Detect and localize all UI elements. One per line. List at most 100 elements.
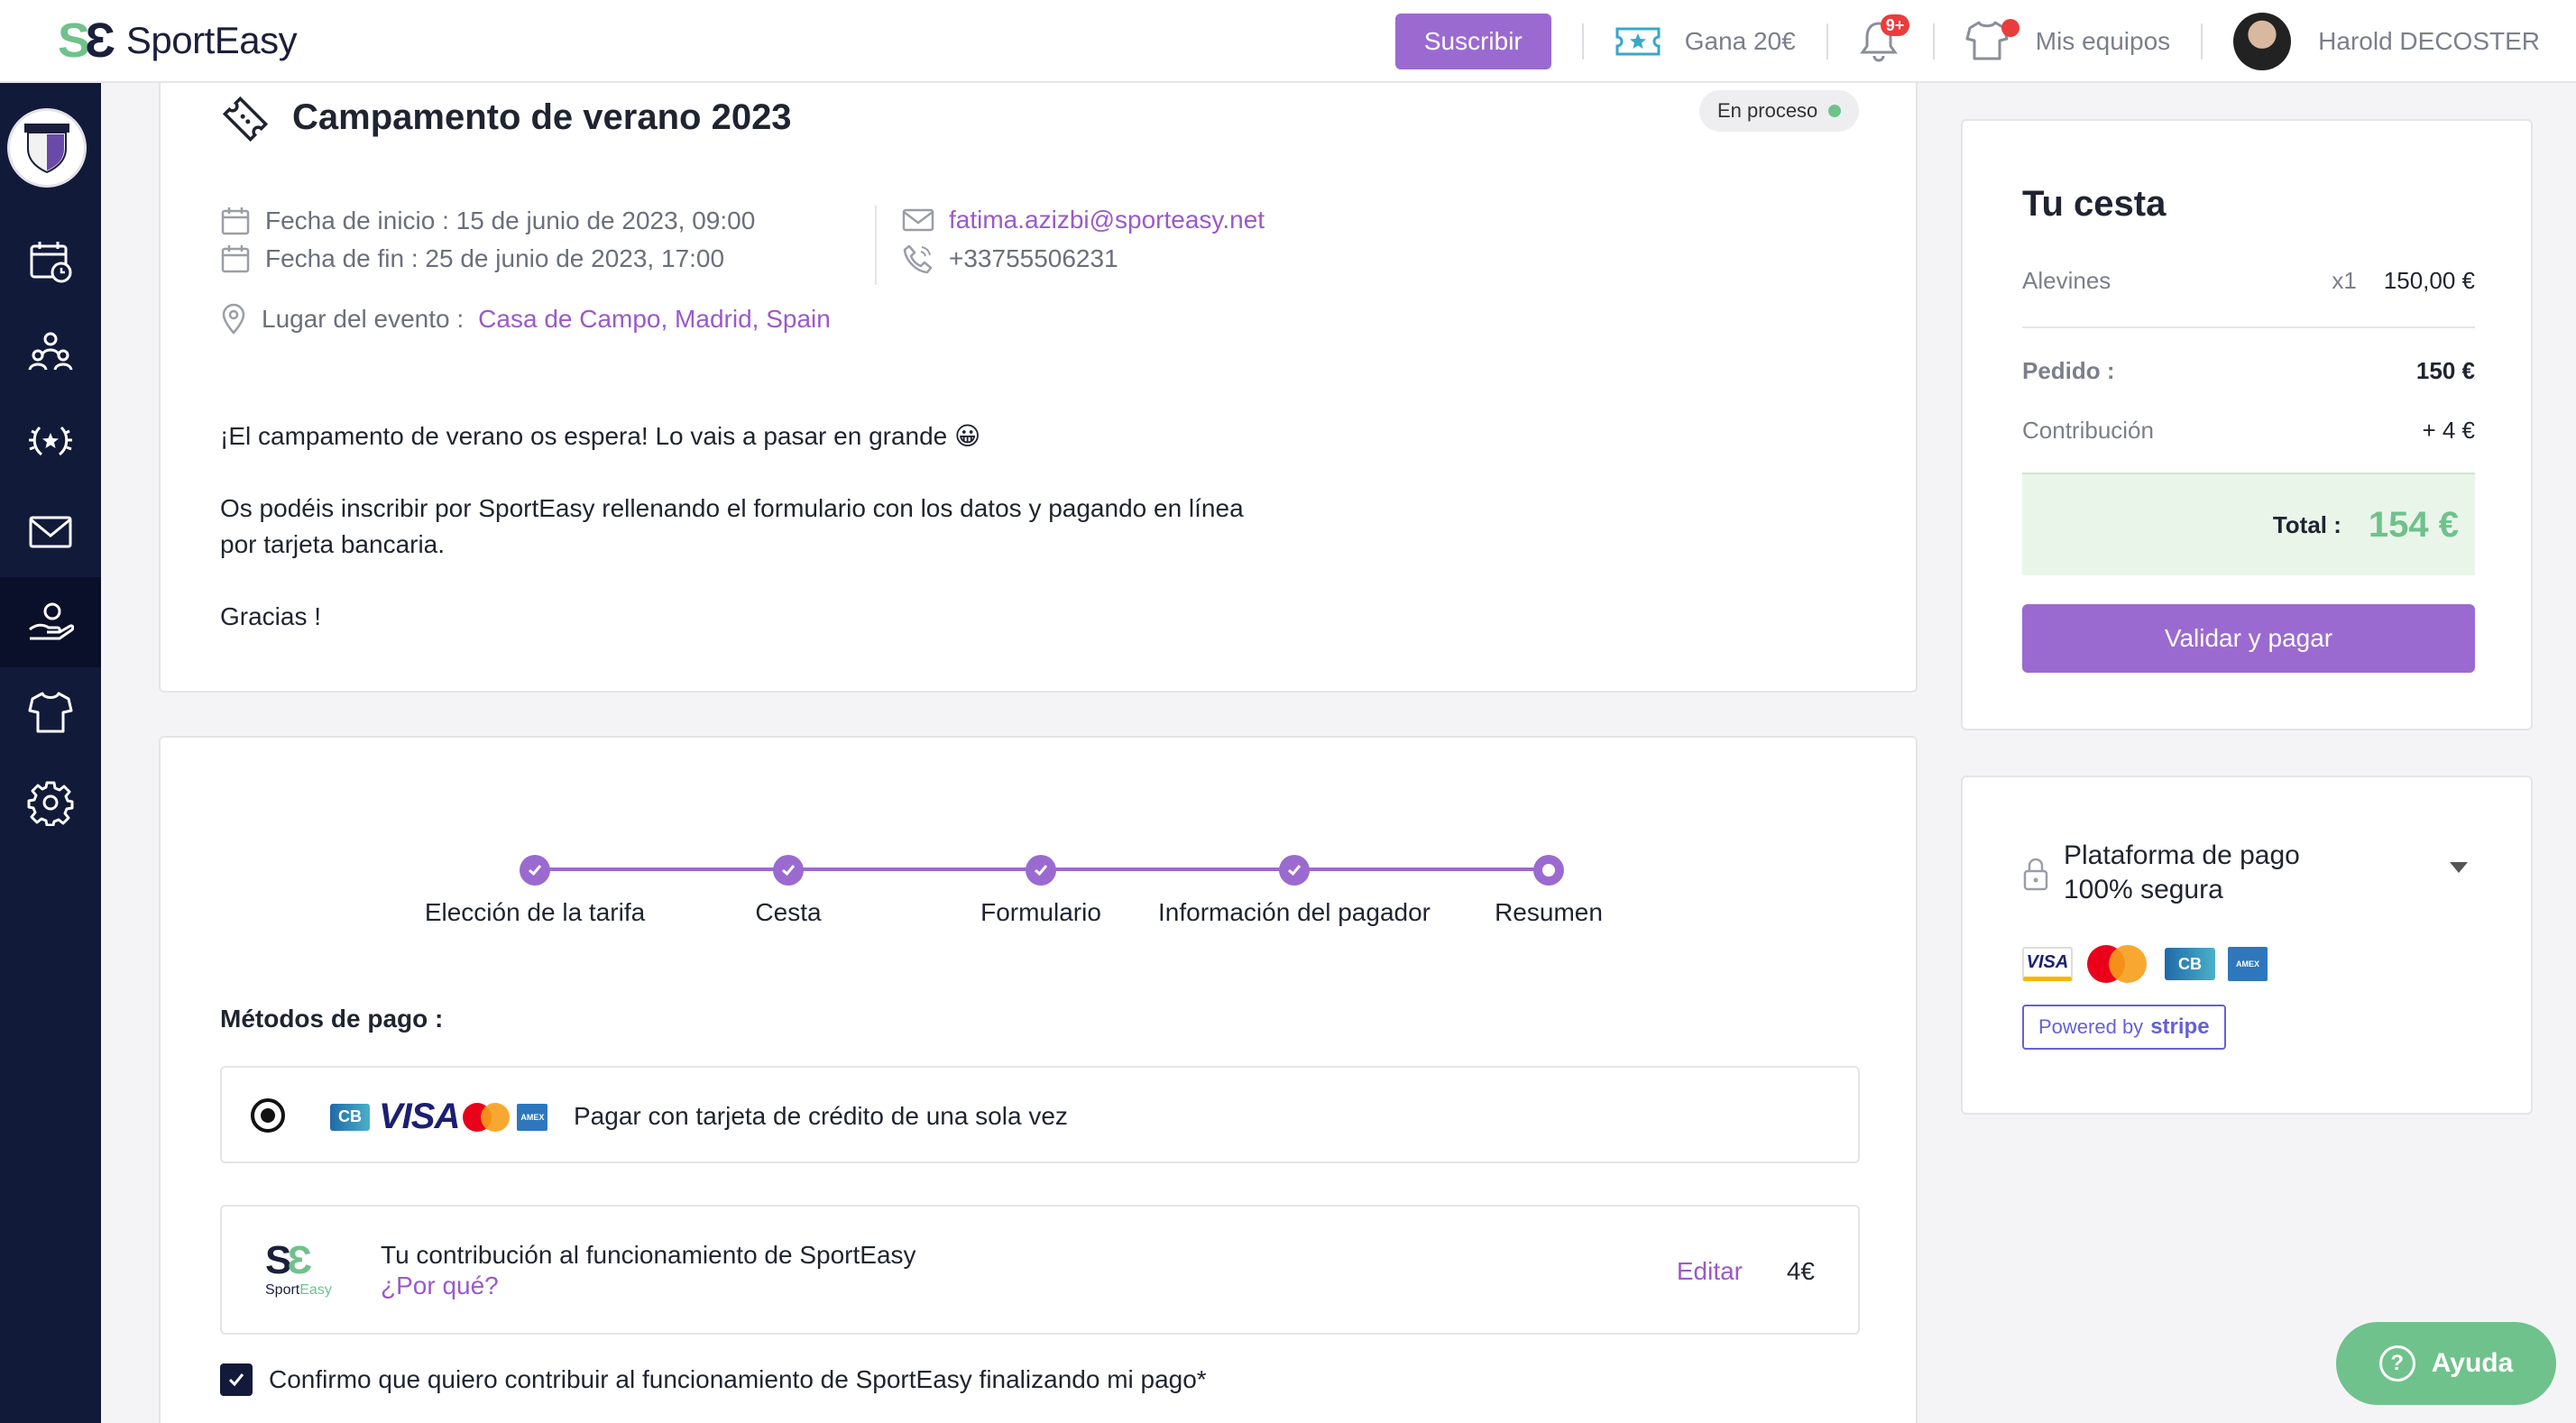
secure-payment-title: Plataforma de pago 100% segura (2064, 839, 2388, 907)
step-dot-4[interactable] (1279, 855, 1310, 886)
contribution-label: Contribución (2022, 417, 2154, 444)
cart-contribution-row: Contribución + 4 € (2022, 417, 2475, 445)
cart-order-row: Pedido : 150 € (2022, 357, 2475, 385)
my-teams-link[interactable]: Mis equipos (1965, 19, 2170, 64)
cart-item-price: 150,00 € (2383, 267, 2475, 294)
email-row: fatima.azizbi@sporteasy.net (902, 206, 1265, 234)
my-teams-label: Mis equipos (2035, 27, 2171, 55)
amex-card-icon: AMEX (517, 1103, 548, 1131)
contribution-box: SƐ SportEasy Tu contribución al funciona… (220, 1205, 1860, 1335)
event-card: Campamento de verano 2023 En proceso Fec… (159, 54, 1918, 693)
location-link[interactable]: Casa de Campo, Madrid, Spain (478, 305, 831, 334)
teams-alert-dot (2001, 19, 2019, 37)
step-label-1[interactable]: Elección de la tarifa (425, 898, 645, 927)
start-date: Fecha de inicio : 15 de junio de 2023, 0… (265, 207, 756, 234)
subscribe-button[interactable]: Suscribir (1394, 14, 1551, 69)
sidebar-item-members[interactable] (0, 307, 101, 397)
powered-by-text: Powered by (2038, 1015, 2144, 1038)
location-label: Lugar del evento : (262, 305, 465, 333)
confirm-contribution-checkbox[interactable] (220, 1363, 253, 1396)
powered-by-stripe-badge[interactable]: Powered by stripe (2022, 1005, 2226, 1050)
visa-card-icon: VISA (2022, 947, 2073, 981)
chevron-down-icon[interactable] (2450, 862, 2468, 873)
cb-card-icon: CB (330, 1103, 370, 1131)
contribution-value: + 4 € (2422, 417, 2475, 444)
status-dot (1828, 105, 1842, 117)
club-logo[interactable] (7, 108, 87, 188)
total-label: Total : (2272, 510, 2341, 538)
cb-card-icon: CB (2165, 948, 2215, 980)
contribution-edit-link[interactable]: Editar (1677, 1257, 1743, 1286)
payment-card: Elección de la tarifa Cesta Formulario I… (159, 736, 1918, 1423)
sidebar-item-equipment[interactable] (0, 667, 101, 757)
confirm-contribution-row: Confirmo que quiero contribuir al funcio… (220, 1363, 1207, 1396)
order-value: 150 € (2415, 357, 2475, 384)
sidebar-item-messages[interactable] (0, 487, 101, 577)
step-label-3[interactable]: Formulario (980, 898, 1101, 927)
cart-item-name: Alevines (2022, 267, 2111, 294)
sidebar-item-payments[interactable] (0, 577, 101, 667)
help-button[interactable]: ? Ayuda (2336, 1322, 2556, 1405)
check-icon (1288, 865, 1302, 877)
step-dot-3[interactable] (1026, 855, 1056, 886)
bell-icon: 9+ (1859, 14, 1910, 65)
earn-link[interactable]: Gana 20€ (1615, 23, 1796, 60)
contact-phone: +33755506231 (949, 244, 1118, 272)
divider (1581, 23, 1584, 60)
cart-item-qty: x1 (2332, 267, 2357, 294)
user-menu[interactable]: Harold DECOSTER (2233, 13, 2540, 70)
mail-icon (902, 208, 934, 232)
divider (2201, 23, 2203, 60)
sporteasy-logo[interactable]: SƐ SportEasy (58, 14, 298, 68)
calendar-icon (30, 242, 72, 283)
gear-icon (27, 781, 74, 826)
notification-badge: 9+ (1880, 14, 1910, 36)
sidebar-item-calendar[interactable] (0, 216, 101, 307)
help-label: Ayuda (2431, 1348, 2514, 1378)
status-text: En proceso (1717, 99, 1818, 122)
secure-payment-card[interactable]: Plataforma de pago 100% segura VISA CB A… (1961, 776, 2533, 1115)
event-title: Campamento de verano 2023 (292, 97, 792, 137)
sidebar-item-settings[interactable] (0, 757, 101, 848)
mail-icon (29, 516, 72, 548)
check-icon (228, 1373, 244, 1387)
step-dot-2[interactable] (773, 855, 804, 886)
check-icon (782, 865, 796, 877)
divider (875, 206, 877, 285)
event-description-2a: Os podéis inscribir por SportEasy rellen… (220, 494, 1244, 522)
contact-email-link[interactable]: fatima.azizbi@sporteasy.net (949, 206, 1265, 234)
card-payment-radio[interactable] (251, 1098, 285, 1133)
event-description-1: ¡El campamento de verano os espera! Lo v… (220, 422, 981, 450)
step-label-5: Resumen (1495, 898, 1603, 926)
step-dot-5 (1533, 855, 1564, 886)
stripe-logo: stripe (2150, 1014, 2210, 1039)
cart-card: Tu cesta Alevines x1 150,00 € Pedido : 1… (1961, 119, 2533, 730)
phone-icon (903, 244, 933, 274)
logo-mark: SƐ (58, 14, 115, 68)
members-icon (28, 332, 73, 371)
payment-method-card-option[interactable]: CB VISA AMEX Pagar con tarjeta de crédit… (220, 1066, 1860, 1163)
lock-icon (2023, 858, 2048, 891)
contribution-why-link[interactable]: ¿Por qué? (381, 1272, 499, 1300)
jersey-icon (1965, 19, 2019, 64)
total-value: 154 € (2368, 504, 2459, 545)
step-dot-1[interactable] (520, 855, 550, 886)
card-payment-label: Pagar con tarjeta de crédito de una sola… (574, 1102, 1068, 1130)
secure-title-line2: 100% segura (2064, 875, 2223, 904)
user-name: Harold DECOSTER (2318, 27, 2540, 55)
cart-item-row: Alevines x1 150,00 € (2022, 267, 2475, 295)
visa-card-icon: VISA (379, 1097, 460, 1136)
avatar (2233, 13, 2292, 70)
sidebar-item-competitions[interactable] (0, 397, 101, 487)
sporteasy-small-logo: SƐ SportEasy (265, 1238, 332, 1299)
secure-card-logos: VISA CB AMEX (2022, 945, 2268, 983)
phone-row: +33755506231 (902, 243, 1118, 274)
step-label-4[interactable]: Información del pagador (1158, 898, 1431, 927)
validate-and-pay-button[interactable]: Validar y pagar (2022, 604, 2475, 673)
step-label-2[interactable]: Cesta (755, 898, 821, 927)
amex-card-icon: AMEX (2228, 947, 2268, 981)
jersey-icon (28, 692, 73, 733)
notifications[interactable]: 9+ (1859, 14, 1910, 65)
order-label: Pedido : (2022, 357, 2115, 384)
check-icon (1035, 865, 1048, 877)
